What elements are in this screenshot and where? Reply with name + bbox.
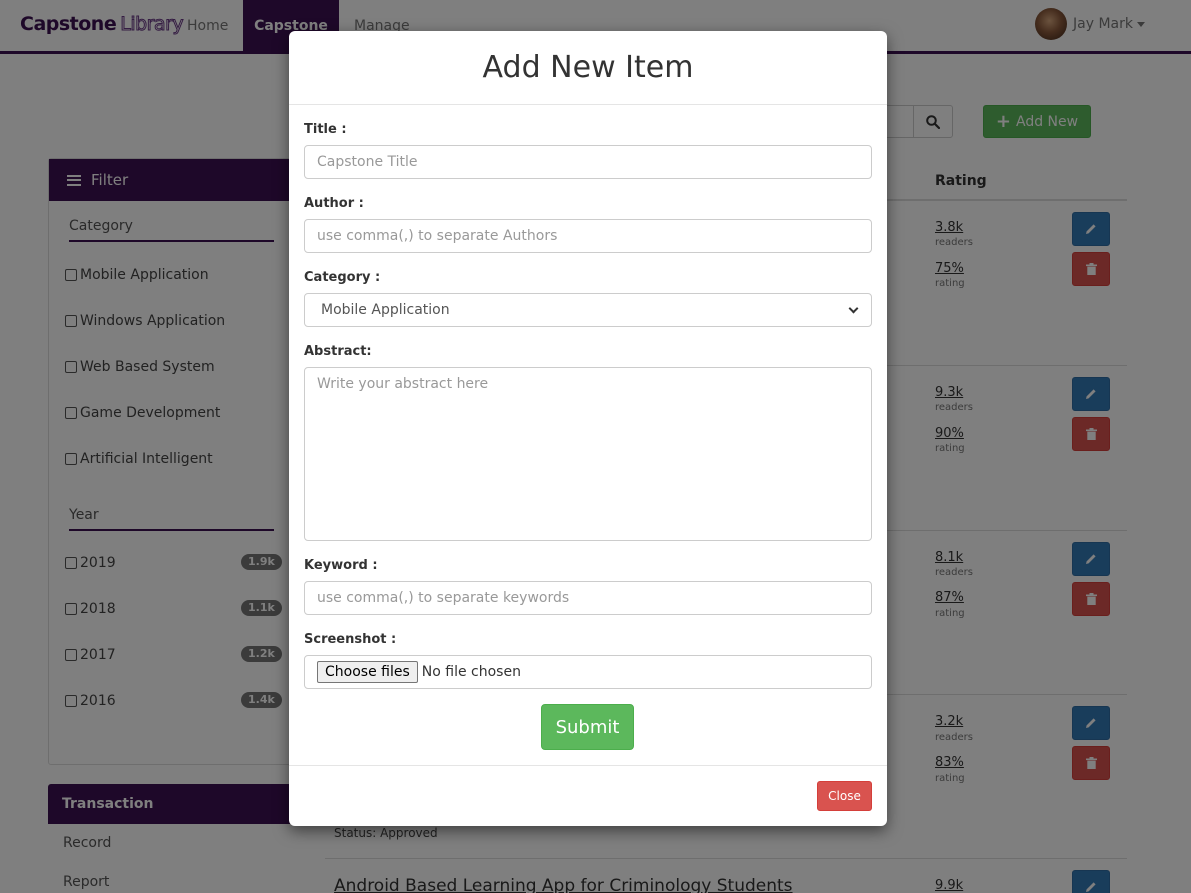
chevron-down-icon xyxy=(848,303,859,313)
title-label: Title : xyxy=(304,122,347,137)
modal-footer: Close xyxy=(289,765,887,826)
no-file-text: No file chosen xyxy=(421,664,521,680)
choose-files-button[interactable]: Choose files xyxy=(317,661,418,683)
abstract-label: Abstract: xyxy=(304,344,372,359)
category-selected-value: Mobile Application xyxy=(321,302,450,318)
close-button[interactable]: Close xyxy=(817,781,872,811)
category-label: Category : xyxy=(304,270,381,285)
title-input[interactable]: Capstone Title xyxy=(304,145,872,179)
screenshot-label: Screenshot : xyxy=(304,632,397,647)
keyword-input[interactable]: use comma(,) to separate keywords xyxy=(304,581,872,615)
modal-header: Add New Item xyxy=(289,31,887,105)
abstract-textarea[interactable]: Write your abstract here xyxy=(304,367,872,541)
add-item-modal: Add New Item Title : Capstone Title Auth… xyxy=(289,31,887,826)
category-select[interactable]: Mobile Application xyxy=(304,293,872,327)
modal-body: Title : Capstone Title Author : use comm… xyxy=(289,105,887,765)
author-label: Author : xyxy=(304,196,364,211)
keyword-label: Keyword : xyxy=(304,558,378,573)
screenshot-file-input[interactable]: Choose files No file chosen xyxy=(304,655,872,689)
submit-button[interactable]: Submit xyxy=(541,704,634,750)
modal-title: Add New Item xyxy=(482,50,694,85)
author-input[interactable]: use comma(,) to separate Authors xyxy=(304,219,872,253)
